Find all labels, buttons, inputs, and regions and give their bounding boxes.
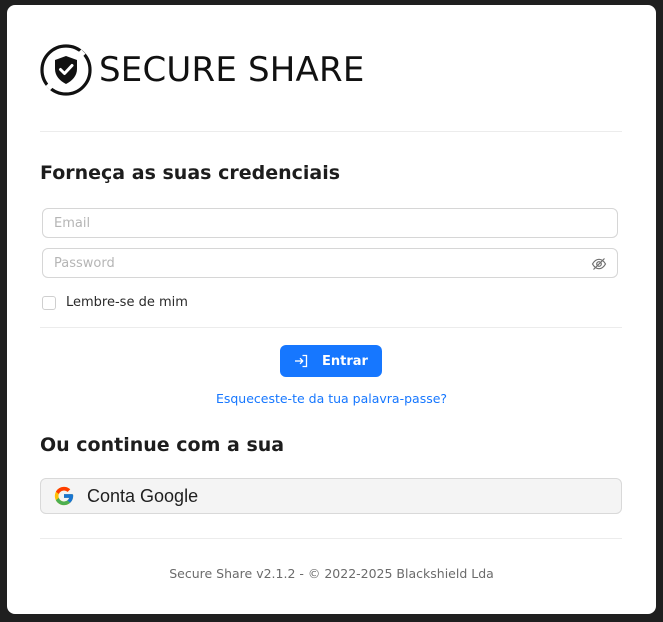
remember-me[interactable]: Lembre-se de mim	[42, 295, 188, 310]
submit-button[interactable]: Entrar	[280, 345, 382, 377]
login-card: SECURE SHARE Forneça as suas credenciais…	[7, 5, 656, 614]
forgot-password-link[interactable]: Esqueceste-te da tua palavra-passe?	[7, 391, 656, 406]
footer-copyright: Secure Share v2.1.2 - © 2022-2025 Blacks…	[169, 566, 494, 581]
shield-check-icon	[40, 44, 92, 96]
email-input[interactable]	[43, 209, 574, 237]
google-login-button[interactable]: Conta Google	[40, 478, 622, 514]
submit-label: Entrar	[322, 353, 368, 369]
brand-name: SECURE SHARE	[99, 50, 365, 90]
divider-bottom	[40, 538, 622, 539]
password-input[interactable]	[43, 249, 574, 277]
alternative-heading: Ou continue com a sua	[40, 434, 285, 456]
remember-label: Lembre-se de mim	[66, 295, 188, 310]
login-heading: Forneça as suas credenciais	[40, 162, 341, 184]
sign-in-icon	[295, 354, 308, 368]
eye-off-icon[interactable]	[591, 256, 607, 272]
google-login-label: Conta Google	[87, 485, 199, 506]
brand-logo: SECURE SHARE	[39, 43, 365, 97]
google-icon	[54, 486, 74, 506]
email-field[interactable]	[42, 208, 618, 238]
divider-middle	[40, 327, 622, 328]
divider-top	[40, 131, 622, 132]
password-field[interactable]	[42, 248, 618, 278]
remember-checkbox[interactable]	[42, 295, 56, 310]
